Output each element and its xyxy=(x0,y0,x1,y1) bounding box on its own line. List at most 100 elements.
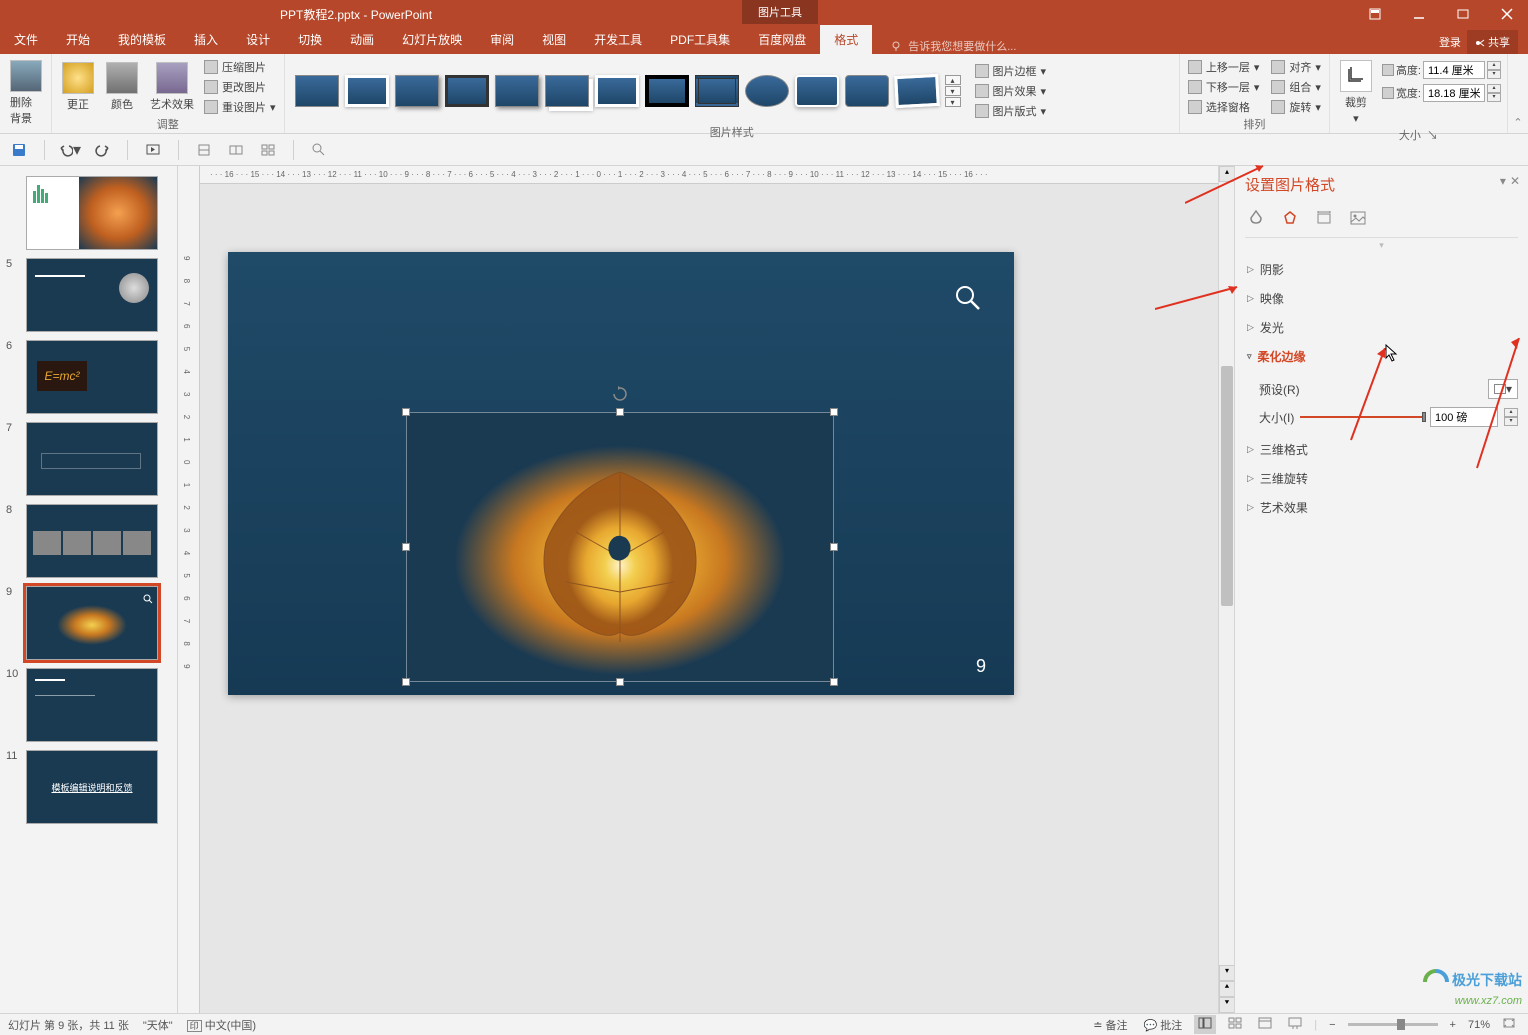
picture-style-11[interactable] xyxy=(795,75,839,107)
gallery-down-button[interactable]: ▾ xyxy=(945,86,961,96)
format-3d-section[interactable]: ▷三维格式 xyxy=(1245,435,1518,464)
tab-design[interactable]: 设计 xyxy=(232,25,284,54)
artistic-effects-button[interactable]: 艺术效果 xyxy=(146,60,198,114)
language-indicator[interactable]: 印 中文(中国) xyxy=(187,1017,256,1033)
slide-sorter-view-button[interactable] xyxy=(1224,1015,1246,1034)
tab-review[interactable]: 审阅 xyxy=(476,25,528,54)
thumb-slide-11[interactable]: 11 模板编辑说明和反馈 xyxy=(0,746,177,828)
login-button[interactable]: 登录 xyxy=(1439,34,1461,50)
height-up[interactable]: ▴ xyxy=(1487,61,1501,70)
tab-home[interactable]: 开始 xyxy=(52,25,104,54)
scroll-up-button[interactable]: ▴ xyxy=(1219,166,1235,182)
tab-insert[interactable]: 插入 xyxy=(180,25,232,54)
scroll-down-button[interactable]: ▾ xyxy=(1219,965,1235,981)
thumb-slide-4[interactable] xyxy=(0,172,177,254)
comments-button[interactable]: 💬 批注 xyxy=(1139,1015,1186,1035)
tab-developer[interactable]: 开发工具 xyxy=(580,25,656,54)
resize-handle-br[interactable] xyxy=(830,678,838,686)
size-up[interactable]: ▴ xyxy=(1504,408,1518,417)
tab-animation[interactable]: 动画 xyxy=(336,25,388,54)
share-button[interactable]: 共享 xyxy=(1467,30,1518,54)
height-down[interactable]: ▾ xyxy=(1487,70,1501,79)
picture-style-10[interactable] xyxy=(745,75,789,107)
tab-format[interactable]: 格式 xyxy=(820,25,872,54)
thumb-slide-5[interactable]: 5 xyxy=(0,254,177,336)
qat-btn-8[interactable] xyxy=(308,139,330,161)
zoom-in-button[interactable]: + xyxy=(1446,1017,1460,1033)
fit-to-window-button[interactable] xyxy=(1498,1015,1520,1034)
shadow-section[interactable]: ▷阴影 xyxy=(1245,255,1518,284)
notes-button[interactable]: ≐ 备注 xyxy=(1089,1015,1131,1035)
save-button[interactable] xyxy=(8,139,30,161)
picture-style-3[interactable] xyxy=(395,75,439,107)
picture-border-button[interactable]: 图片边框 ▾ xyxy=(973,62,1049,80)
zoom-out-button[interactable]: − xyxy=(1325,1017,1339,1033)
artistic-section[interactable]: ▷艺术效果 xyxy=(1245,493,1518,522)
leaf-image[interactable] xyxy=(406,412,834,682)
send-backward-button[interactable]: 下移一层 ▾ xyxy=(1186,78,1262,96)
glow-section[interactable]: ▷发光 xyxy=(1245,313,1518,342)
rotation-3d-section[interactable]: ▷三维旋转 xyxy=(1245,464,1518,493)
tab-transition[interactable]: 切换 xyxy=(284,25,336,54)
thumb-slide-9[interactable]: 9 xyxy=(0,582,177,664)
resize-handle-tr[interactable] xyxy=(830,408,838,416)
scroll-thumb[interactable] xyxy=(1221,366,1233,606)
crop-button[interactable]: 裁剪 ▾ xyxy=(1336,58,1376,127)
tab-template[interactable]: 我的模板 xyxy=(104,25,180,54)
picture-style-13[interactable] xyxy=(894,74,940,108)
slideshow-view-button[interactable] xyxy=(1284,1015,1306,1034)
color-button[interactable]: 颜色 xyxy=(102,60,142,114)
picture-style-1[interactable] xyxy=(295,75,339,107)
picture-tab[interactable] xyxy=(1347,207,1369,229)
reset-picture-button[interactable]: 重设图片 ▾ xyxy=(202,98,278,116)
bring-forward-button[interactable]: 上移一层 ▾ xyxy=(1186,58,1262,76)
panel-close-icon[interactable]: ✕ xyxy=(1510,174,1520,188)
resize-handle-tl[interactable] xyxy=(402,408,410,416)
tab-slideshow[interactable]: 幻灯片放映 xyxy=(388,25,476,54)
resize-handle-tm[interactable] xyxy=(616,408,624,416)
minimize-icon[interactable] xyxy=(1398,0,1440,28)
thumb-slide-6[interactable]: 6 E=mc² xyxy=(0,336,177,418)
picture-style-8[interactable] xyxy=(645,75,689,107)
zoom-slider-thumb[interactable] xyxy=(1397,1019,1405,1030)
prev-slide-button[interactable]: ⯅ xyxy=(1219,981,1235,997)
picture-style-4[interactable] xyxy=(445,75,489,107)
start-from-beginning-button[interactable] xyxy=(142,139,164,161)
size-properties-tab[interactable] xyxy=(1313,207,1335,229)
align-button[interactable]: 对齐 ▾ xyxy=(1269,58,1323,76)
width-down[interactable]: ▾ xyxy=(1487,93,1501,102)
resize-handle-bl[interactable] xyxy=(402,678,410,686)
width-input[interactable] xyxy=(1423,84,1485,102)
thumb-slide-8[interactable]: 8 xyxy=(0,500,177,582)
tab-view[interactable]: 视图 xyxy=(528,25,580,54)
soft-edge-slider[interactable] xyxy=(1300,416,1424,418)
gallery-up-button[interactable]: ▴ xyxy=(945,75,961,85)
picture-style-7[interactable] xyxy=(595,75,639,107)
picture-style-2[interactable] xyxy=(345,75,389,107)
undo-button[interactable]: ▾ xyxy=(59,139,81,161)
tell-me-input[interactable]: 告诉我您想要做什么... xyxy=(890,38,1016,54)
close-icon[interactable] xyxy=(1486,0,1528,28)
selected-image[interactable] xyxy=(406,412,834,682)
remove-background-button[interactable]: 删除背景 xyxy=(6,58,45,128)
qat-btn-6[interactable] xyxy=(225,139,247,161)
tab-baidu[interactable]: 百度网盘 xyxy=(744,25,820,54)
next-slide-button[interactable]: ⯆ xyxy=(1219,997,1235,1013)
reflection-section[interactable]: ▷映像 xyxy=(1245,284,1518,313)
resize-handle-mr[interactable] xyxy=(830,543,838,551)
rotate-button[interactable]: 旋转 ▾ xyxy=(1269,98,1323,116)
qat-btn-5[interactable] xyxy=(193,139,215,161)
effects-tab[interactable] xyxy=(1279,207,1301,229)
panel-menu-icon[interactable]: ▾ xyxy=(1500,174,1506,188)
picture-style-5[interactable] xyxy=(495,75,539,107)
picture-style-12[interactable] xyxy=(845,75,889,107)
slide-thumbnails-panel[interactable]: 5 6 E=mc² 7 8 9 10 11 模板编辑说明和反馈 xyxy=(0,166,178,1013)
picture-effects-button[interactable]: 图片效果 ▾ xyxy=(973,82,1049,100)
redo-button[interactable] xyxy=(91,139,113,161)
zoom-level[interactable]: 71% xyxy=(1468,1019,1490,1031)
width-up[interactable]: ▴ xyxy=(1487,84,1501,93)
slider-thumb[interactable] xyxy=(1422,412,1426,422)
compress-picture-button[interactable]: 压缩图片 xyxy=(202,58,278,76)
resize-handle-bm[interactable] xyxy=(616,678,624,686)
ribbon-display-options-icon[interactable] xyxy=(1354,0,1396,28)
